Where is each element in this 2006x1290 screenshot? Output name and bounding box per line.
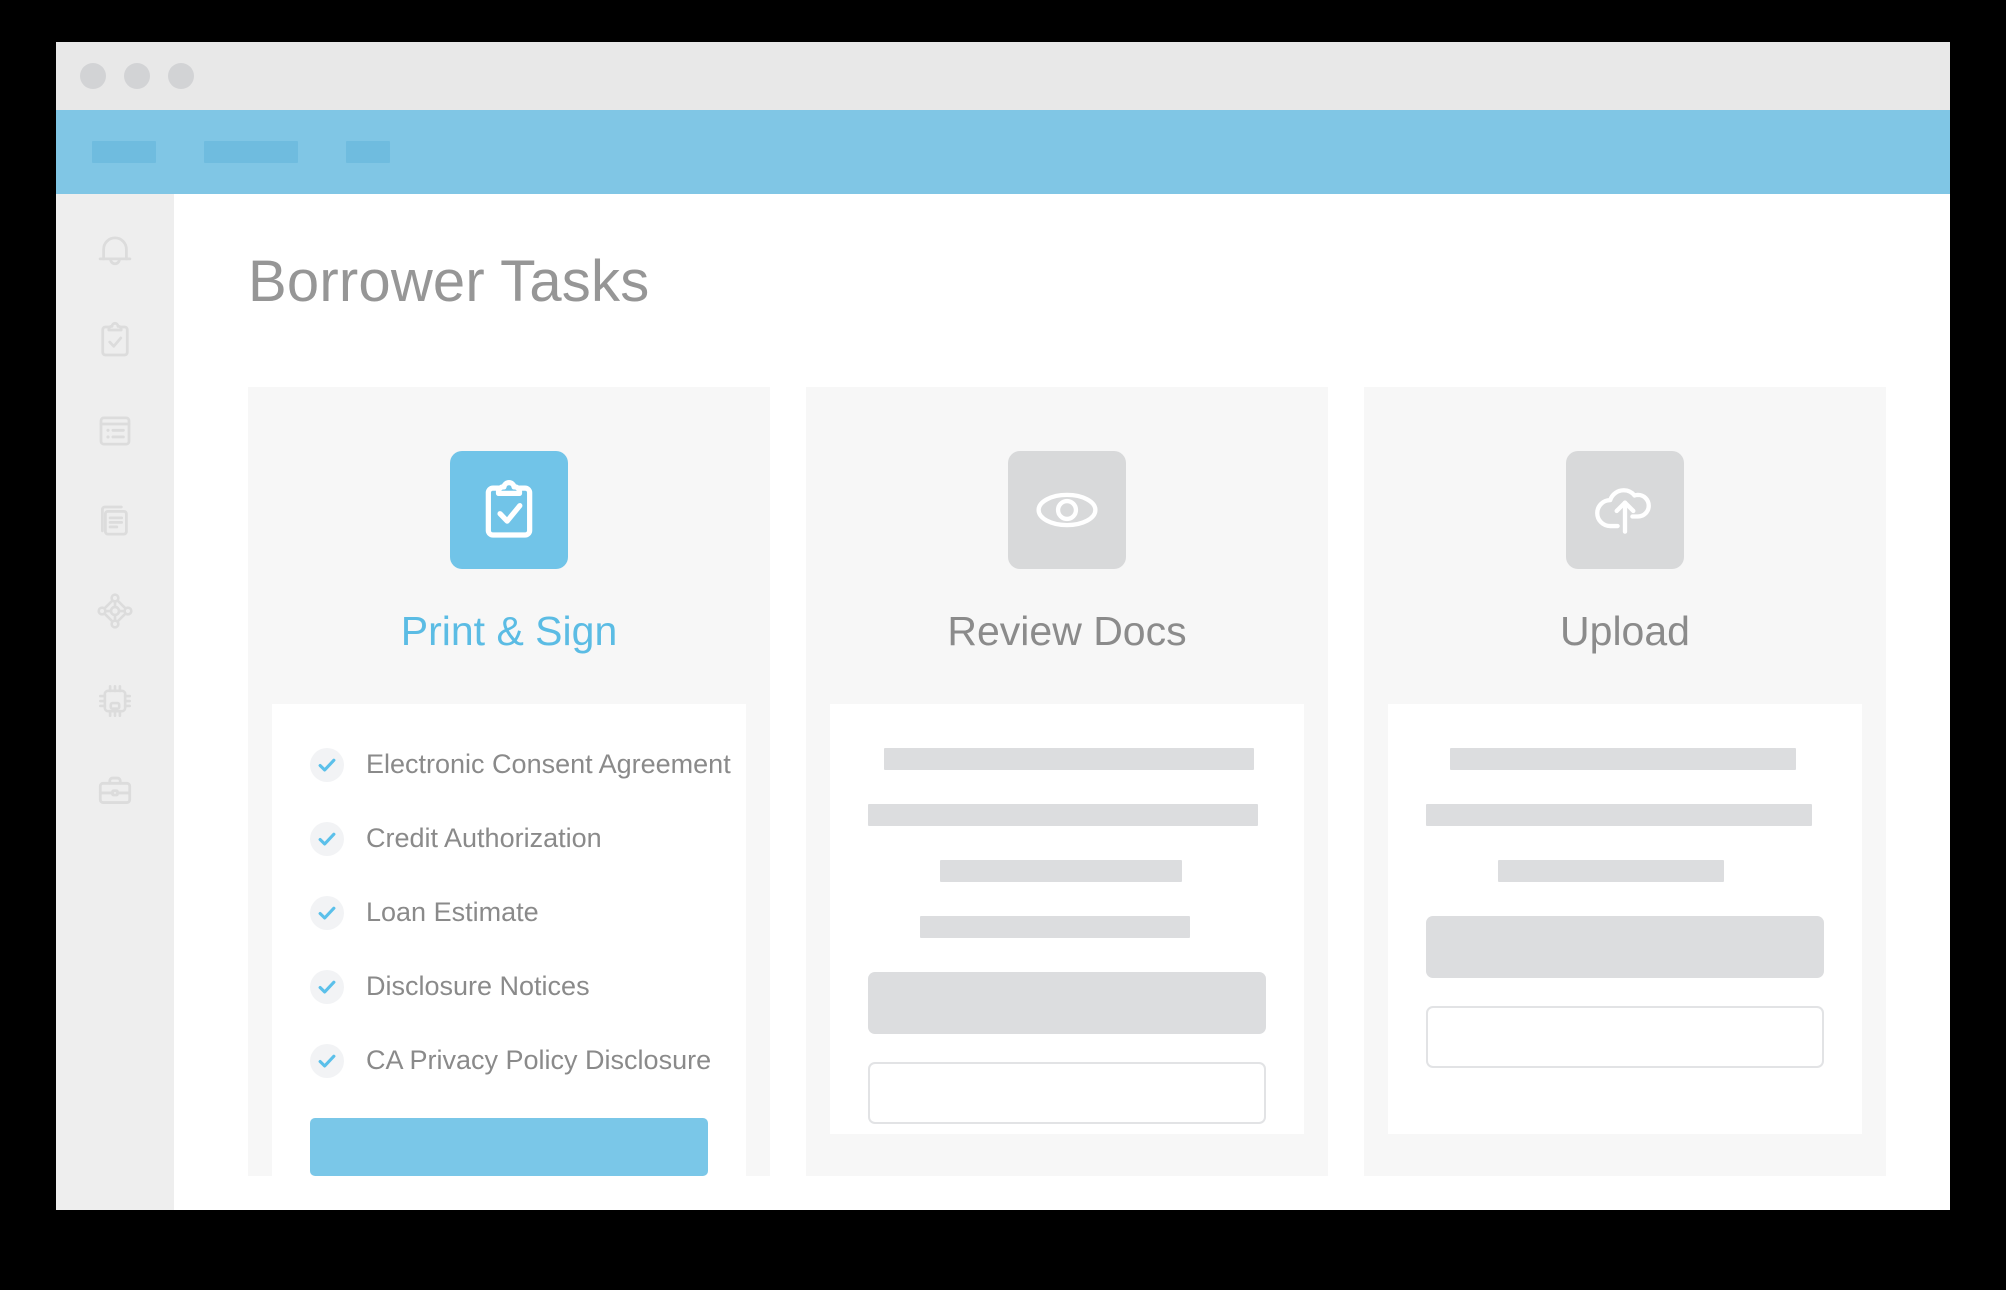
check-icon [310, 895, 344, 930]
print-sign-cta-button[interactable] [310, 1117, 708, 1176]
main-content: Borrower Tasks Print & Sign Electronic C… [174, 194, 1950, 1210]
task-card-grid: Print & Sign Electronic Consent Agreemen… [248, 386, 1950, 1176]
chip-icon [94, 680, 136, 722]
sidebar-item-connections[interactable] [92, 588, 138, 634]
check-icon [310, 969, 344, 1004]
app-body: Borrower Tasks Print & Sign Electronic C… [56, 194, 1950, 1210]
skeleton-line [919, 915, 1191, 938]
checklist-item-label: CA Privacy Policy Disclosure [366, 1045, 712, 1076]
outlined-placeholder-button[interactable] [868, 1061, 1266, 1124]
skeleton-line [868, 803, 1259, 826]
sidebar [56, 194, 174, 1210]
sidebar-item-portfolio[interactable] [92, 768, 138, 814]
check-icon [310, 1043, 344, 1078]
skeleton-line [1449, 747, 1797, 770]
minimize-dot-icon[interactable] [124, 63, 150, 89]
checklist-item-label: Electronic Consent Agreement [366, 749, 731, 780]
card-header: Print & Sign [248, 387, 770, 704]
card-header: Review Docs [806, 387, 1328, 704]
list-icon [94, 410, 136, 452]
checklist-item-label: Credit Authorization [366, 823, 602, 854]
briefcase-icon [94, 770, 136, 812]
card-body [830, 703, 1304, 1134]
clipboard-check-icon [94, 320, 136, 362]
checklist-item[interactable]: Loan Estimate [310, 895, 708, 930]
checklist-item[interactable]: CA Privacy Policy Disclosure [310, 1043, 712, 1078]
sidebar-item-processing[interactable] [92, 678, 138, 724]
app-header [56, 110, 1950, 194]
nav-placeholder-1[interactable] [92, 141, 156, 163]
maximize-dot-icon[interactable] [168, 63, 194, 89]
task-card-upload[interactable]: Upload [1364, 386, 1886, 1176]
check-icon [310, 747, 344, 782]
filled-placeholder-button[interactable] [1426, 915, 1824, 978]
card-body: Electronic Consent Agreement Credit Auth… [272, 703, 746, 1176]
checklist-item-label: Loan Estimate [366, 897, 539, 928]
documents-icon [94, 500, 136, 542]
page-title: Borrower Tasks [248, 249, 650, 314]
sidebar-item-notifications[interactable] [92, 228, 138, 274]
close-dot-icon[interactable] [80, 63, 106, 89]
sidebar-item-documents[interactable] [92, 498, 138, 544]
card-label: Upload [1560, 607, 1690, 654]
checklist-item[interactable]: Electronic Consent Agreement [310, 747, 731, 782]
window-titlebar [56, 42, 1950, 110]
card-label: Review Docs [947, 607, 1187, 654]
skeleton-line [883, 747, 1255, 770]
skeleton-line [1426, 803, 1813, 826]
check-icon [310, 821, 344, 856]
checklist-item-label: Disclosure Notices [366, 971, 590, 1002]
cloud-upload-icon [1588, 473, 1662, 547]
nav-placeholder-2[interactable] [204, 141, 298, 163]
network-nodes-icon [94, 590, 136, 632]
card-body [1388, 703, 1862, 1134]
checklist-item[interactable]: Disclosure Notices [310, 969, 708, 1004]
card-header: Upload [1364, 387, 1886, 704]
nav-placeholder-3[interactable] [346, 141, 390, 163]
eye-icon [1030, 473, 1104, 547]
skeleton-line [1497, 859, 1725, 882]
filled-placeholder-button[interactable] [868, 971, 1266, 1034]
upload-tile [1566, 450, 1684, 569]
review-docs-tile [1008, 450, 1126, 569]
task-card-review-docs[interactable]: Review Docs [806, 386, 1328, 1176]
clipboard-check-icon [472, 473, 546, 547]
outlined-placeholder-button[interactable] [1426, 1005, 1824, 1068]
sidebar-item-checklist[interactable] [92, 408, 138, 454]
checklist-item[interactable]: Credit Authorization [310, 821, 708, 856]
sidebar-item-tasks[interactable] [92, 318, 138, 364]
screen-root: Borrower Tasks Print & Sign Electronic C… [0, 0, 2006, 1290]
print-sign-tile [450, 450, 568, 569]
card-label: Print & Sign [400, 607, 618, 654]
bell-icon [94, 230, 136, 272]
task-card-print-and-sign[interactable]: Print & Sign Electronic Consent Agreemen… [248, 386, 770, 1176]
skeleton-line [939, 859, 1183, 882]
browser-window: Borrower Tasks Print & Sign Electronic C… [56, 42, 1950, 1210]
